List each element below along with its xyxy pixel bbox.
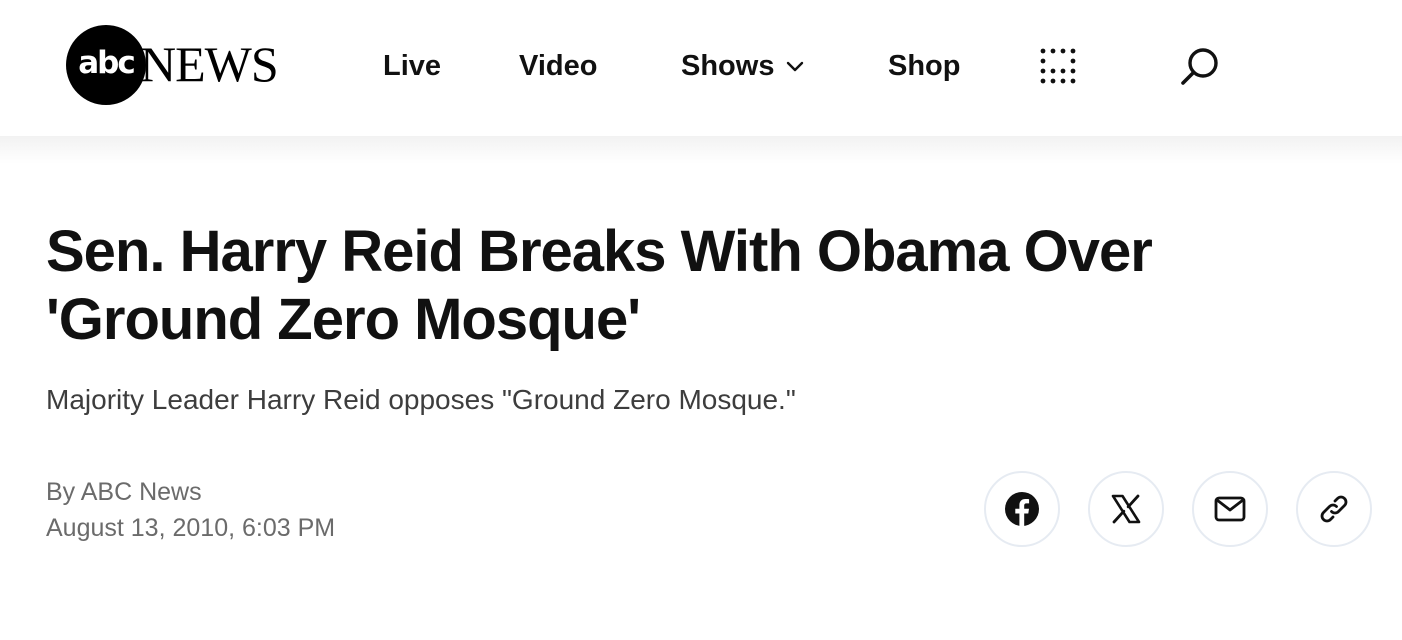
share-facebook-button[interactable] bbox=[984, 471, 1060, 547]
article-headline: Sen. Harry Reid Breaks With Obama Over '… bbox=[46, 219, 1153, 352]
nav-video[interactable]: Video bbox=[519, 44, 597, 88]
nav-shop-label: Shop bbox=[888, 50, 961, 82]
site-header: abc NEWS Live Video Shows Shop bbox=[0, 0, 1402, 136]
link-icon bbox=[1320, 495, 1348, 523]
abc-logo-mark: abc bbox=[66, 25, 146, 105]
article-byline: By ABC News bbox=[46, 478, 202, 506]
x-icon bbox=[1111, 494, 1141, 524]
nav-shows-label: Shows bbox=[681, 50, 775, 82]
share-email-button[interactable] bbox=[1192, 471, 1268, 547]
nav-shows[interactable]: Shows bbox=[681, 44, 804, 88]
article-timestamp: August 13, 2010, 6:03 PM bbox=[46, 514, 336, 542]
share-link-button[interactable] bbox=[1296, 471, 1372, 547]
chevron-down-icon bbox=[787, 61, 804, 72]
nav-live[interactable]: Live bbox=[383, 44, 441, 88]
grid-dots-icon[interactable] bbox=[1039, 47, 1077, 85]
article-subheadline: Majority Leader Harry Reid opposes "Grou… bbox=[46, 384, 796, 415]
email-icon bbox=[1214, 496, 1246, 522]
nav-video-label: Video bbox=[519, 50, 598, 82]
nav-live-label: Live bbox=[383, 50, 442, 82]
logo-wordmark: NEWS bbox=[140, 36, 279, 92]
search-icon[interactable] bbox=[1178, 45, 1222, 89]
abc-news-logo[interactable]: abc NEWS bbox=[66, 24, 279, 106]
nav-shop[interactable]: Shop bbox=[888, 44, 961, 88]
header-divider bbox=[0, 136, 1402, 164]
facebook-icon bbox=[1005, 492, 1039, 526]
share-x-button[interactable] bbox=[1088, 471, 1164, 547]
